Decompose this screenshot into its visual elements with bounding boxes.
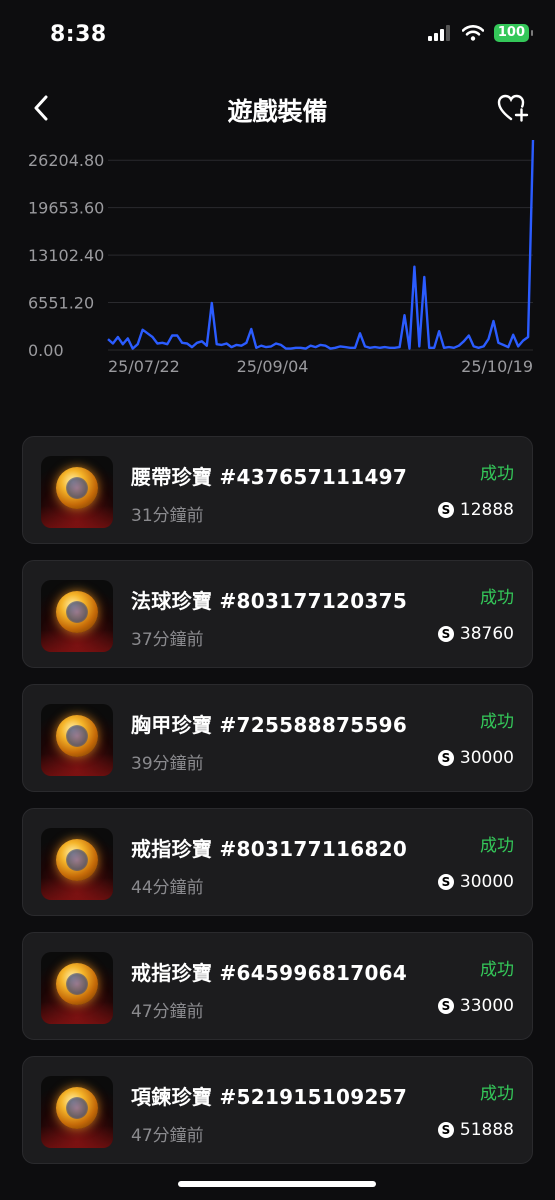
price-series-line xyxy=(107,139,535,350)
trade-item-card[interactable]: 胸甲珍寶 #725588875596 39分鐘前 成功 S 30000 xyxy=(22,684,533,792)
home-indicator xyxy=(178,1181,376,1187)
item-price: S 38760 xyxy=(437,624,514,644)
item-price: S 12888 xyxy=(437,500,514,520)
item-thumbnail xyxy=(41,828,113,900)
item-time: 47分鐘前 xyxy=(131,1002,204,1022)
x-tick-label: 25/09/04 xyxy=(237,357,309,376)
item-name: 戒指珍寶 #645996817064 xyxy=(131,961,408,985)
nav-bar: 遊戲裝備 xyxy=(0,80,555,136)
item-price-value: 30000 xyxy=(459,748,514,768)
cellular-signal-icon xyxy=(427,25,450,41)
status-icons: 100 xyxy=(427,24,534,42)
trade-item-card[interactable]: 戒指珍寶 #645996817064 47分鐘前 成功 S 33000 xyxy=(22,932,533,1040)
item-time: 31分鐘前 xyxy=(131,506,204,526)
item-time: 37分鐘前 xyxy=(131,630,204,650)
y-tick-label: 19653.60 xyxy=(28,199,104,218)
coin-icon: S xyxy=(437,1122,454,1138)
item-status: 成功 xyxy=(480,712,514,732)
item-price-value: 12888 xyxy=(459,500,514,520)
item-price-value: 51888 xyxy=(459,1120,514,1140)
battery-indicator: 100 xyxy=(493,24,534,42)
y-tick-label: 13102.40 xyxy=(28,246,104,265)
item-name: 戒指珍寶 #803177116820 xyxy=(131,837,408,861)
item-thumbnail xyxy=(41,1076,113,1148)
gem-orb-icon xyxy=(56,963,98,1005)
item-status: 成功 xyxy=(480,464,514,484)
item-status: 成功 xyxy=(480,1084,514,1104)
y-tick-label: 26204.80 xyxy=(28,151,104,170)
trade-list: 腰帶珍寶 #437657111497 31分鐘前 成功 S 12888 法球珍寶 #803… xyxy=(22,436,533,1180)
item-thumbnail xyxy=(41,704,113,776)
coin-icon: S xyxy=(437,998,454,1014)
item-price: S 30000 xyxy=(437,872,514,892)
add-favorite-button[interactable] xyxy=(495,90,531,126)
item-price: S 51888 xyxy=(437,1120,514,1140)
item-thumbnail xyxy=(41,580,113,652)
trade-item-card[interactable]: 法球珍寶 #803177120375 37分鐘前 成功 S 38760 xyxy=(22,560,533,668)
coin-icon: S xyxy=(437,626,454,642)
coin-icon: S xyxy=(437,750,454,766)
item-thumbnail xyxy=(41,456,113,528)
thumbnail-glow xyxy=(41,506,113,528)
item-price: S 33000 xyxy=(437,996,514,1016)
thumbnail-glow xyxy=(41,878,113,900)
gem-orb-icon xyxy=(56,839,98,881)
gem-orb-icon xyxy=(56,591,98,633)
status-time: 8:38 xyxy=(50,22,107,47)
price-chart: 26204.80 19653.60 13102.40 6551.20 0.00 25/07… xyxy=(0,139,555,390)
item-name: 胸甲珍寶 #725588875596 xyxy=(131,713,408,737)
item-status: 成功 xyxy=(480,588,514,608)
thumbnail-glow xyxy=(41,754,113,776)
item-name: 法球珍寶 #803177120375 xyxy=(131,589,408,613)
y-tick-label: 6551.20 xyxy=(28,294,94,313)
x-tick-label: 25/10/19 xyxy=(461,357,533,376)
item-thumbnail xyxy=(41,952,113,1024)
trade-item-card[interactable]: 戒指珍寶 #803177116820 44分鐘前 成功 S 30000 xyxy=(22,808,533,916)
thumbnail-glow xyxy=(41,630,113,652)
thumbnail-glow xyxy=(41,1126,113,1148)
item-status: 成功 xyxy=(480,960,514,980)
item-price-value: 38760 xyxy=(459,624,514,644)
trade-item-card[interactable]: 項鍊珍寶 #521915109257 47分鐘前 成功 S 51888 xyxy=(22,1056,533,1164)
wifi-icon xyxy=(461,25,484,41)
gem-orb-icon xyxy=(56,715,98,757)
x-tick-label: 25/07/22 xyxy=(108,357,180,376)
item-status: 成功 xyxy=(480,836,514,856)
item-name: 腰帶珍寶 #437657111497 xyxy=(131,465,408,489)
item-name: 項鍊珍寶 #521915109257 xyxy=(131,1085,408,1109)
thumbnail-glow xyxy=(41,1002,113,1024)
item-time: 39分鐘前 xyxy=(131,754,204,774)
item-price-value: 30000 xyxy=(459,872,514,892)
item-time: 44分鐘前 xyxy=(131,878,204,898)
coin-icon: S xyxy=(437,874,454,890)
gem-orb-icon xyxy=(56,1087,98,1129)
status-bar: 8:38 100 xyxy=(0,0,555,70)
item-price-value: 33000 xyxy=(459,996,514,1016)
item-price: S 30000 xyxy=(437,748,514,768)
coin-icon: S xyxy=(437,502,454,518)
page-title: 遊戲裝備 xyxy=(227,97,328,126)
heart-plus-icon xyxy=(497,94,529,122)
gem-orb-icon xyxy=(56,467,98,509)
trade-item-card[interactable]: 腰帶珍寶 #437657111497 31分鐘前 成功 S 12888 xyxy=(22,436,533,544)
y-tick-label: 0.00 xyxy=(28,341,64,360)
item-time: 47分鐘前 xyxy=(131,1126,204,1146)
price-chart-svg: 26204.80 19653.60 13102.40 6551.20 0.00 25/07… xyxy=(28,139,535,376)
